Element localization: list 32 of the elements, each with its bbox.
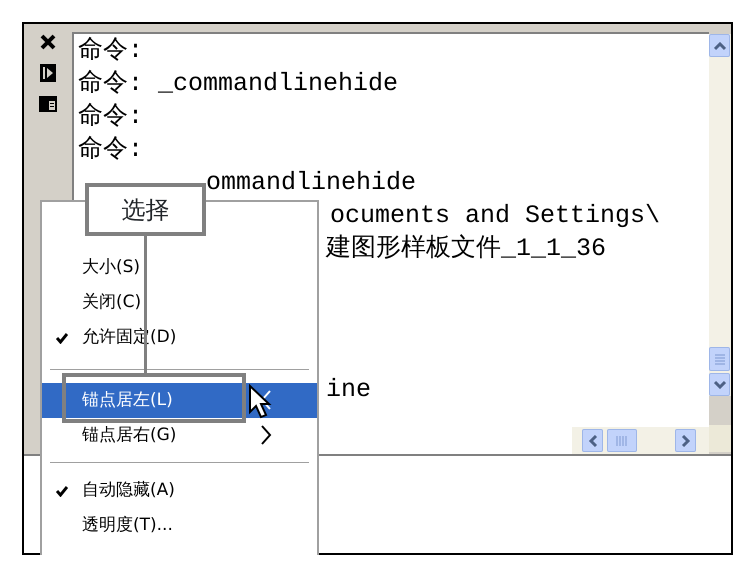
menu-item[interactable]: 锚点居左(L) [42,383,317,418]
command-line: ine [326,375,372,404]
callout-label: 选择 [85,183,206,236]
menu-item[interactable]: 自动隐藏(A) [42,473,317,508]
menu-item[interactable]: 关闭(C) [42,285,317,320]
panel-icon[interactable] [39,96,57,112]
horizontal-scrollbar[interactable] [572,427,709,454]
scroll-left-button[interactable] [582,429,603,452]
chevron-left-icon [588,434,598,446]
command-line: 命令: _commandlinehide [78,69,398,98]
scroll-down-button[interactable] [709,373,730,396]
chevron-right-icon [260,425,272,445]
command-line: ocuments and Settings\ [330,201,660,230]
close-icon[interactable] [40,34,56,50]
command-line: ommandlinehide [206,168,416,197]
command-line: 命令: [78,102,144,131]
chevron-right-icon [680,434,690,446]
command-line: 建图形样板文件_1_1_36 [326,234,606,263]
menu-item[interactable]: 大小(S) [42,250,317,285]
command-line: 命令: [78,135,144,164]
command-line: 命令: [78,36,144,65]
menu-item[interactable]: 透明度(T)... [42,508,317,543]
chevron-down-icon [714,380,726,390]
cursor-icon [248,384,272,420]
scroll-thumb[interactable] [607,429,637,452]
chevron-up-icon [714,40,726,50]
vertical-scrollbar[interactable] [709,34,731,396]
scroll-up-button[interactable] [709,34,730,57]
scroll-right-button[interactable] [675,429,696,452]
scroll-thumb[interactable] [709,347,730,371]
dock-icon[interactable] [40,64,56,82]
scrollbar-corner [709,425,731,452]
